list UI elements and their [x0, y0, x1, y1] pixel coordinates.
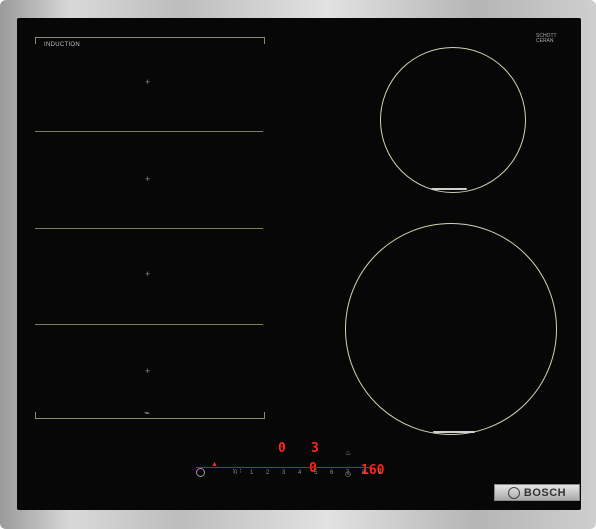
flex-zone-divider-1: [35, 131, 263, 132]
rear-right-burner-marker: [431, 188, 467, 190]
flex-zone-center-3[interactable]: +: [145, 270, 150, 279]
front-right-burner-marker: [433, 431, 475, 433]
schott-ceran-text: SCHOTT CERAN: [536, 33, 557, 44]
rear-right-display: 3: [311, 441, 319, 456]
flex-zone-icon: ⌁: [144, 408, 151, 419]
power-level-5[interactable]: 5: [314, 470, 317, 476]
power-icon[interactable]: [196, 468, 205, 477]
power-level-4[interactable]: 4: [298, 470, 301, 476]
flex-zone-center-2[interactable]: +: [145, 175, 150, 184]
flex-zone-divider-2: [35, 228, 263, 229]
power-scale-line: [196, 467, 370, 468]
power-level-6[interactable]: 6: [330, 470, 333, 476]
power-level-8[interactable]: 8: [362, 470, 365, 476]
cooktop-glass: INDUCTION + + + + ⌁ SCHOTT CERAN: [17, 18, 581, 510]
power-level-1[interactable]: 1: [250, 470, 253, 476]
front-right-burner[interactable]: [345, 223, 557, 435]
flex-zone-center-4[interactable]: +: [145, 367, 150, 376]
schott-ceran-label: SCHOTT CERAN: [536, 34, 557, 44]
rear-right-burner[interactable]: [380, 47, 526, 193]
power-level-3[interactable]: 3: [282, 470, 285, 476]
fryingsensor-icon[interactable]: ♨: [345, 449, 351, 457]
flex-zone-center-1[interactable]: +: [145, 78, 150, 87]
power-level-7[interactable]: 7: [346, 470, 349, 476]
power-level-0[interactable]: 0: [234, 470, 237, 476]
flex-zone-divider-3: [35, 324, 263, 325]
power-level-2[interactable]: 2: [266, 470, 269, 476]
bosch-wordmark: BOSCH: [523, 486, 567, 499]
flex-zone-top-bracket: [35, 37, 265, 44]
bosch-badge: BOSCH: [494, 484, 580, 501]
power-level-9[interactable]: 9: [378, 470, 381, 476]
bosch-logo: [507, 486, 520, 499]
rear-left-display: 0: [278, 441, 286, 456]
